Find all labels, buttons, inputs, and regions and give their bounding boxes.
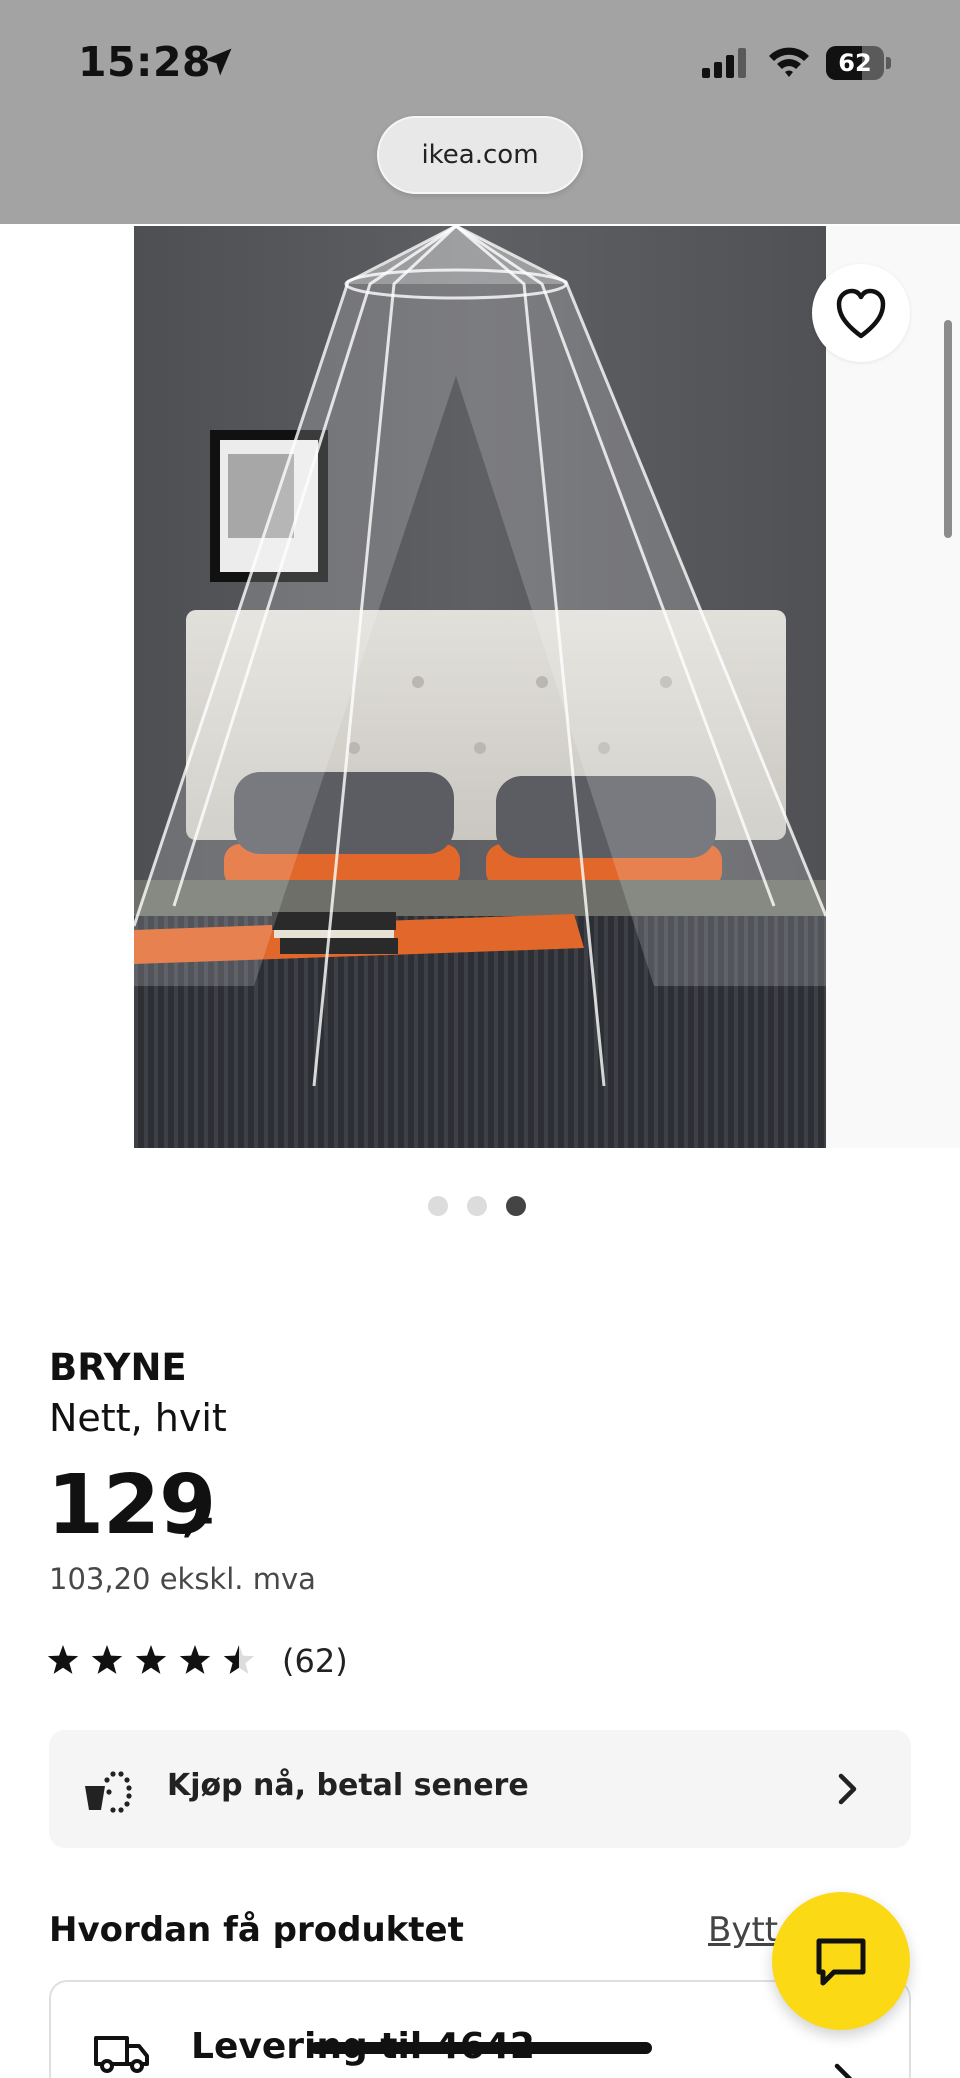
- home-indicator[interactable]: [310, 2042, 652, 2054]
- product-photo-bed-canopy: [134, 226, 826, 1148]
- carousel-pagination[interactable]: [428, 1196, 532, 1218]
- heart-outline-icon: [836, 288, 886, 339]
- carousel-dot[interactable]: [467, 1196, 487, 1216]
- product-description: Nett, hvit: [49, 1396, 227, 1440]
- rating-star: [91, 1645, 123, 1674]
- page-scrollbar[interactable]: [944, 320, 952, 538]
- product-rating[interactable]: (62): [48, 1640, 368, 1684]
- status-time: 15:28: [78, 38, 212, 86]
- chevron-right-icon: [838, 1773, 857, 1805]
- product-image[interactable]: [134, 226, 826, 1148]
- favorite-button[interactable]: [812, 264, 910, 362]
- wifi-icon: [769, 47, 809, 77]
- chat-button[interactable]: [772, 1892, 910, 2030]
- pay-later-banner[interactable]: Kjøp nå, betal senere: [49, 1730, 911, 1848]
- truck-icon: [94, 2036, 149, 2073]
- chat-bubble-icon: [816, 1938, 866, 1986]
- rating-star: [135, 1645, 167, 1674]
- product-image-carousel[interactable]: [0, 224, 960, 1164]
- price-suffix: ,-: [182, 1496, 214, 1542]
- cellular-signal-icon: [702, 48, 746, 78]
- rating-star: [48, 1645, 79, 1674]
- rating-stars: [48, 1645, 255, 1674]
- location-arrow-icon: [204, 48, 232, 76]
- price-ex-vat: 103,20 ekskl. mva: [49, 1562, 316, 1596]
- change-location-link[interactable]: Bytt: [708, 1910, 778, 1950]
- delivery-section-title: Hvordan få produktet: [49, 1910, 464, 1950]
- url-bar[interactable]: ikea.com: [377, 116, 583, 194]
- carousel-dot[interactable]: [428, 1196, 448, 1216]
- carousel-dot[interactable]: [506, 1196, 526, 1216]
- next-image-peek[interactable]: [826, 226, 960, 1148]
- rating-count[interactable]: (62): [282, 1642, 348, 1680]
- payment-split-icon: [85, 1771, 132, 1813]
- pay-later-label: Kjøp nå, betal senere: [167, 1768, 529, 1803]
- battery-indicator: 62: [826, 46, 892, 80]
- chevron-right-icon: [834, 2063, 853, 2078]
- rating-star: [179, 1645, 211, 1674]
- browser-top-bar: 15:28 62 ikea.com: [0, 0, 960, 224]
- battery-level: 62: [838, 49, 872, 77]
- product-name: BRYNE: [49, 1346, 187, 1389]
